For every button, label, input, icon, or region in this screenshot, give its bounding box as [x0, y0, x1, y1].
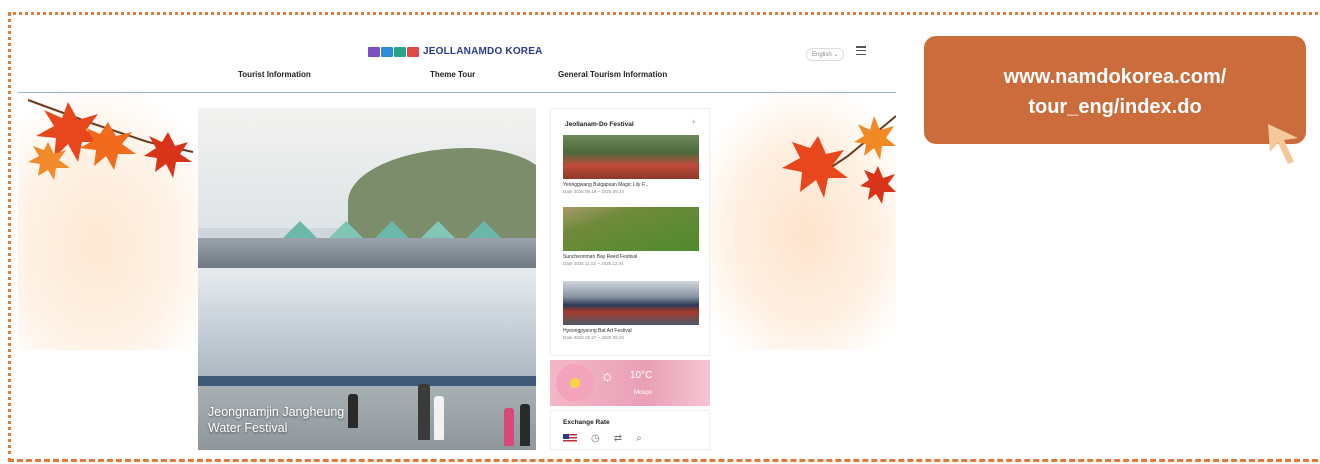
- nav-tourist-information[interactable]: Tourist Information: [238, 70, 311, 79]
- festival-item[interactable]: Hyeongpyeong Bat Art Festival Date 2025.…: [563, 281, 699, 340]
- logo-badge-icon: [368, 46, 419, 57]
- festival-date: Date 2025.09.27 ~ 2025.09.29: [563, 335, 624, 340]
- hero-person: [520, 404, 530, 446]
- callout-url-line2: tour_eng/index.do: [1028, 96, 1202, 118]
- hero-person: [348, 394, 358, 428]
- clock-icon[interactable]: ◷: [591, 433, 600, 444]
- hero-pier: [198, 376, 536, 386]
- festival-more-button[interactable]: +: [691, 117, 696, 127]
- festival-panel: Jeollanam-Do Festival + Yeonggwang Bulga…: [550, 108, 710, 356]
- maple-leaves-left-decoration: [28, 99, 194, 180]
- festival-item[interactable]: Suncheonman Bay Reed Festival Date 2025.…: [563, 207, 699, 266]
- exchange-icon[interactable]: ⇄: [614, 433, 622, 444]
- weather-city: Mokpo: [634, 390, 653, 396]
- weather-temperature: 10°C: [630, 370, 653, 381]
- hero-person: [434, 396, 444, 440]
- logo-text: JEOLLANAMDO KOREA: [423, 46, 543, 57]
- hero-person: [418, 384, 430, 440]
- callout-url-line1: www.namdokorea.com/: [1003, 66, 1227, 88]
- nav-general-tourism-information[interactable]: General Tourism Information: [558, 70, 667, 79]
- hero-caption-line2: Water Festival: [208, 421, 288, 435]
- search-currency-icon[interactable]: ⌕: [636, 433, 642, 444]
- hero-banner[interactable]: Jeongnamjin Jangheung Water Festival: [198, 108, 536, 450]
- hero-water-spray: [198, 268, 536, 378]
- main-nav: Tourist Information Theme Tour General T…: [18, 70, 896, 90]
- cursor-arrow-icon: [1268, 124, 1298, 164]
- weather-widget[interactable]: ☼ 10°C Mokpo: [550, 360, 710, 406]
- flower-image: [556, 364, 594, 402]
- festival-thumbnail: [563, 135, 699, 179]
- url-callout: www.namdokorea.com/ tour_eng/index.do: [924, 36, 1306, 144]
- festival-date: Date 2025.11.02 ~ 2025.12.04: [563, 261, 624, 266]
- site-logo[interactable]: JEOLLANAMDO KOREA: [368, 46, 543, 57]
- hamburger-menu-icon[interactable]: [856, 46, 866, 55]
- website-screenshot: JEOLLANAMDO KOREA English ⌄ Tourist Info…: [18, 36, 896, 452]
- festival-date: Date 2025.09.18 ~ 2025.09.24: [563, 189, 624, 194]
- sun-icon: ☼: [600, 368, 615, 385]
- festival-name: Suncheonman Bay Reed Festival: [563, 254, 638, 260]
- hero-bridge: [198, 238, 536, 268]
- exchange-rate-panel: Exchange Rate ◷ ⇄ ⌕: [550, 410, 710, 450]
- hero-person: [504, 408, 514, 446]
- festival-title: Jeollanam-Do Festival: [565, 121, 634, 128]
- festival-name: Hyeongpyeong Bat Art Festival: [563, 328, 632, 334]
- language-selector[interactable]: English ⌄: [806, 48, 845, 61]
- exchange-rate-icons: ◷ ⇄ ⌕: [563, 433, 642, 444]
- us-flag-icon[interactable]: [563, 434, 577, 443]
- festival-name: Yeonggwang Bulgapsan Magic Lily F...: [563, 182, 649, 188]
- nav-divider: [18, 92, 896, 93]
- sidebar: Jeollanam-Do Festival + Yeonggwang Bulga…: [550, 108, 710, 450]
- hero-tents: [258, 203, 536, 243]
- callout-url: www.namdokorea.com/ tour_eng/index.do: [924, 62, 1306, 122]
- festival-item[interactable]: Yeonggwang Bulgapsan Magic Lily F... Dat…: [563, 135, 699, 194]
- hero-caption: Jeongnamjin Jangheung Water Festival: [208, 404, 344, 436]
- exchange-rate-title: Exchange Rate: [563, 419, 610, 426]
- nav-theme-tour[interactable]: Theme Tour: [430, 70, 475, 79]
- maple-leaves-right-decoration: [782, 115, 896, 204]
- festival-thumbnail: [563, 281, 699, 325]
- hero-caption-line1: Jeongnamjin Jangheung: [208, 405, 345, 419]
- festival-thumbnail: [563, 207, 699, 251]
